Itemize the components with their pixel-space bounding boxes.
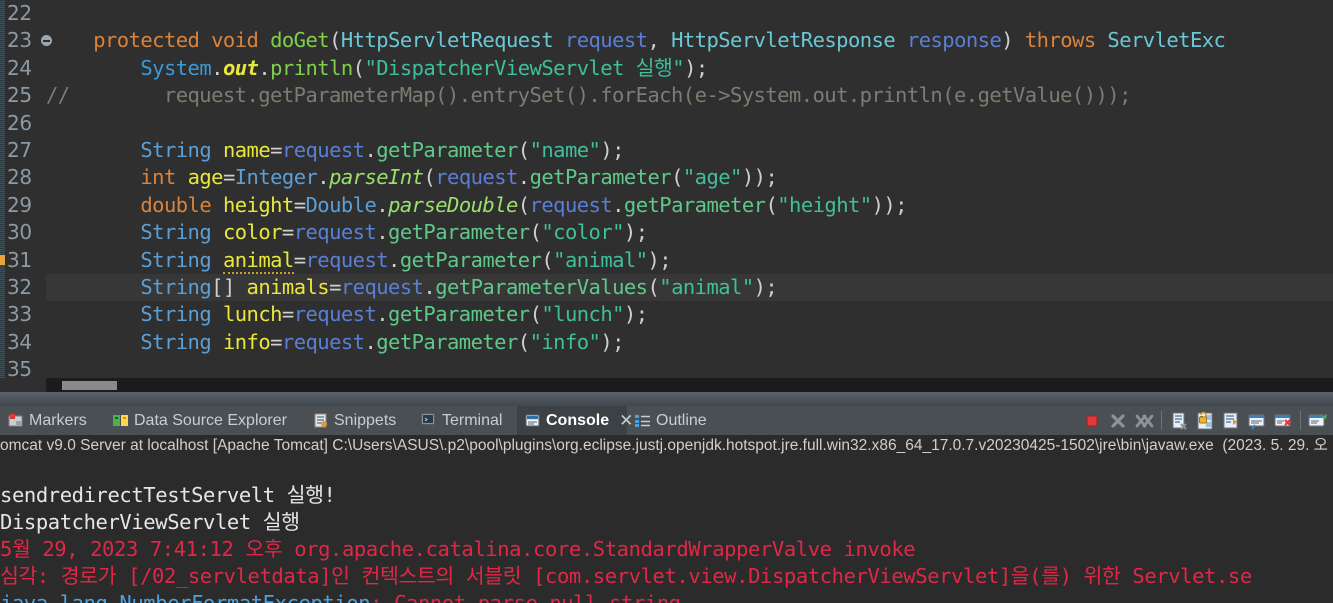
code-line[interactable]: double height=Double.parseDouble(request… (46, 192, 1333, 219)
clear-console-button[interactable] (1166, 408, 1192, 434)
clear-console-icon (1168, 410, 1190, 432)
tab-data-source-explorer[interactable]: Data Source Explorer (105, 406, 305, 435)
tab-label: Console (546, 411, 610, 429)
open-console-button[interactable] (1305, 408, 1331, 434)
editor-scrollbar-corner (0, 378, 46, 392)
show-console-error-icon (1272, 410, 1294, 432)
terminate-button[interactable] (1079, 408, 1105, 434)
editor-console-sash[interactable] (0, 392, 1333, 406)
line-number: 24 (7, 55, 32, 80)
show-console-on-output-button[interactable] (1244, 408, 1270, 434)
tab-label: Snippets (334, 411, 397, 429)
line-number: 30 (7, 220, 32, 245)
toolbar-separator (1161, 411, 1162, 430)
scroll-lock-icon (1194, 410, 1216, 432)
tab-snippets[interactable]: Snippets (305, 406, 413, 435)
snippets-icon (312, 412, 329, 429)
remove-all-terminated-button[interactable] (1131, 408, 1157, 434)
code-line[interactable]: String lunch=request.getParameter("lunch… (46, 301, 1333, 328)
code-line[interactable]: // request.getParameterMap().entrySet().… (46, 82, 1333, 109)
remove-launch-button[interactable] (1105, 408, 1131, 434)
console-text: 5월 29, 2023 7:41:12 오후 org.apache.catali… (0, 537, 916, 561)
scroll-lock-button[interactable] (1192, 408, 1218, 434)
terminal-icon (420, 412, 437, 429)
line-number: 31 (7, 247, 32, 272)
tab-terminal[interactable]: Terminal (413, 406, 517, 435)
stop-square-icon (1081, 410, 1103, 432)
exception-link[interactable]: java.lang.NumberFormatException (0, 591, 371, 603)
tab-label: Terminal (442, 411, 503, 429)
line-number: 22 (7, 1, 32, 25)
console-line[interactable]: sendredirectTestServelt 실행! (0, 482, 1333, 509)
outline-icon (634, 412, 651, 429)
code-editor[interactable]: 22 23 24 25 26 27 28 29 30 31 32 33 34 35 protected v… (0, 0, 1333, 378)
line-number: 32 (7, 275, 32, 299)
console-text: : Cannot parse null string (370, 591, 681, 603)
remove-all-xx-icon (1133, 410, 1155, 432)
code-line[interactable]: protected void doGet(HttpServletRequest … (46, 27, 1333, 54)
console-view[interactable]: omcat v9.0 Server at localhost [Apache T… (0, 435, 1333, 603)
line-number: 23 (7, 28, 32, 53)
console-toolbar (1079, 406, 1333, 435)
line-number: 28 (7, 165, 32, 190)
show-console-on-error-button[interactable] (1270, 408, 1296, 434)
tab-label: Data Source Explorer (134, 411, 287, 429)
word-wrap-icon (1220, 410, 1242, 432)
code-line[interactable]: int age=Integer.parseInt(request.getPara… (46, 164, 1333, 191)
tab-outline[interactable]: Outline (627, 406, 725, 435)
tab-label: Markers (29, 411, 87, 429)
tab-markers[interactable]: Markers (0, 406, 105, 435)
editor-scrollbar-thumb[interactable] (62, 381, 117, 390)
line-number: 35 (7, 357, 32, 378)
code-line[interactable]: String name=request.getParameter("name")… (46, 137, 1333, 164)
code-line[interactable]: String animal=request.getParameter("anim… (46, 247, 1333, 274)
code-line[interactable]: String color=request.getParameter("color… (46, 219, 1333, 246)
console-line-clipped (0, 435, 1333, 455)
editor-line-number-gutter: 22 23 24 25 26 27 28 29 30 31 32 33 34 35 (5, 0, 52, 378)
open-console-icon (1307, 410, 1329, 432)
line-number: 25 (7, 83, 32, 108)
word-wrap-button[interactable] (1218, 408, 1244, 434)
console-line[interactable]: DispatcherViewServlet 실행 (0, 509, 1333, 536)
console-text: 심각: 경로가 [/02_servletdata]인 컨텍스트의 서블릿 [co… (0, 564, 1252, 588)
toolbar-separator (1300, 411, 1301, 430)
console-line[interactable]: 5월 29, 2023 7:41:12 오후 org.apache.catali… (0, 536, 1333, 563)
code-line[interactable] (46, 110, 1333, 137)
line-number: 34 (7, 329, 32, 354)
line-number: 27 (7, 138, 32, 162)
line-number: 26 (7, 110, 32, 135)
console-text: DispatcherViewServlet 실행 (0, 510, 300, 534)
code-line[interactable]: String info=request.getParameter("info")… (46, 329, 1333, 356)
tab-label: Outline (656, 411, 707, 429)
tab-console[interactable]: Console ✕ (517, 406, 633, 435)
markers-icon (7, 412, 24, 429)
code-line[interactable] (46, 0, 1333, 27)
line-number: 33 (7, 302, 32, 327)
line-number: 29 (7, 192, 32, 217)
console-line[interactable]: java.lang.NumberFormatException: Cannot … (0, 590, 1333, 603)
remove-x-icon (1107, 410, 1129, 432)
console-text: sendredirectTestServelt 실행! (0, 483, 336, 507)
code-line[interactable] (46, 356, 1333, 378)
console-line[interactable] (0, 455, 1333, 482)
editor-horizontal-scrollbar[interactable] (46, 378, 1333, 392)
console-line[interactable]: 심각: 경로가 [/02_servletdata]인 컨텍스트의 서블릿 [co… (0, 563, 1333, 590)
show-console-icon (1246, 410, 1268, 432)
console-icon (524, 412, 541, 429)
view-tab-bar: Markers Data Source Explorer Snippets Termi… (0, 406, 1333, 435)
data-source-explorer-icon (112, 412, 129, 429)
code-line[interactable]: System.out.println("DispatcherViewServle… (46, 55, 1333, 82)
editor-code-area[interactable]: protected void doGet(HttpServletRequest … (46, 0, 1333, 378)
code-line[interactable]: String[] animals=request.getParameterVal… (46, 274, 1333, 302)
